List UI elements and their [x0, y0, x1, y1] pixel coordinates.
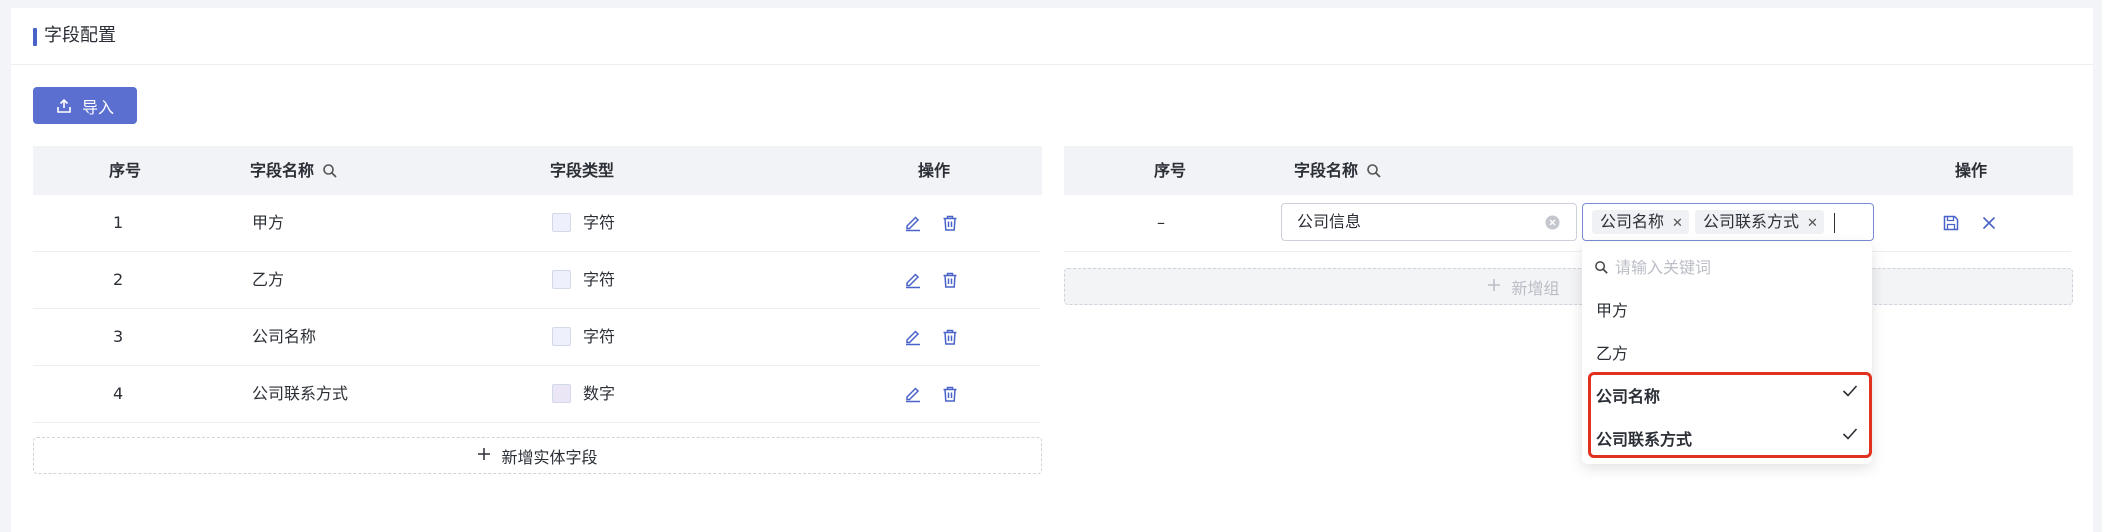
field-options-dropdown: 请输入关键词 甲方 乙方 公司名称 公司联系方式: [1582, 242, 1872, 464]
plus-icon: [1487, 277, 1501, 296]
tag-close-icon[interactable]: ✕: [1672, 216, 1683, 231]
card-header: 字段配置: [11, 8, 2093, 65]
plus-icon: [477, 446, 491, 465]
row-field-name: 甲方: [252, 213, 285, 232]
row-field-type-label: 字符: [583, 327, 616, 346]
type-swatch: [552, 270, 571, 289]
search-icon[interactable]: [314, 161, 338, 180]
delete-icon[interactable]: [941, 328, 959, 346]
selected-tag-label: 公司名称: [1600, 212, 1665, 231]
tag-close-icon[interactable]: ✕: [1807, 216, 1818, 231]
column-header-index: 序号: [109, 161, 142, 180]
column-header-name: 字段名称: [250, 146, 338, 195]
dropdown-option-label: 甲方: [1596, 301, 1629, 320]
row-index: 3: [113, 327, 124, 346]
edit-icon[interactable]: [904, 385, 922, 403]
selected-tag: 公司名称 ✕: [1592, 210, 1689, 234]
column-header-index: 序号: [1154, 161, 1187, 180]
dropdown-option-label: 公司联系方式: [1596, 430, 1693, 449]
add-entity-field-label: 新增实体字段: [501, 447, 598, 467]
column-header-action: 操作: [1955, 161, 1988, 180]
row-field-type: 数字: [552, 366, 615, 422]
row-index: 4: [113, 384, 124, 403]
section-title: 字段配置: [44, 25, 116, 46]
check-icon: [1842, 383, 1858, 402]
table-row: 2 乙方 字符: [33, 252, 1040, 309]
edit-icon[interactable]: [904, 271, 922, 289]
clear-icon[interactable]: [1545, 215, 1560, 234]
search-icon: [1594, 258, 1615, 277]
type-swatch: [552, 384, 571, 403]
title-accent-bar: [33, 28, 37, 46]
type-swatch: [552, 327, 571, 346]
dropdown-option[interactable]: 甲方: [1596, 297, 1858, 321]
selected-tag: 公司联系方式 ✕: [1695, 210, 1824, 234]
row-field-type-label: 字符: [583, 270, 616, 289]
edit-icon[interactable]: [904, 328, 922, 346]
group-name-value: 公司信息: [1297, 212, 1362, 231]
table-row: 1 甲方 字符: [33, 195, 1040, 252]
import-button-label: 导入: [81, 97, 114, 117]
column-header-name-label: 字段名称: [1294, 161, 1359, 180]
table-row: 4 公司联系方式 数字: [33, 366, 1040, 423]
group-name-input[interactable]: 公司信息: [1281, 203, 1577, 241]
row-field-name: 乙方: [252, 270, 285, 289]
check-icon: [1842, 426, 1858, 445]
dropdown-search-placeholder: 请输入关键词: [1615, 258, 1712, 277]
row-field-name: 公司名称: [252, 327, 317, 346]
search-icon[interactable]: [1358, 161, 1382, 180]
text-cursor: [1834, 213, 1835, 233]
delete-icon[interactable]: [941, 271, 959, 289]
dropdown-option-selected[interactable]: 公司名称: [1596, 383, 1858, 407]
page: 字段配置 导入 序号 字段名称 字段类型 操作 1 甲方 字符 2 乙方 字符 …: [0, 0, 2102, 532]
row-index: –: [1157, 213, 1165, 232]
row-field-type: 字符: [552, 195, 615, 251]
column-header-name-label: 字段名称: [250, 161, 315, 180]
close-icon[interactable]: [1980, 214, 1998, 232]
dropdown-option-selected[interactable]: 公司联系方式: [1596, 426, 1858, 450]
add-group-label: 新增组: [1511, 278, 1560, 298]
row-field-name: 公司联系方式: [252, 384, 349, 403]
row-field-type: 字符: [552, 252, 615, 308]
type-swatch: [552, 213, 571, 232]
upload-icon: [56, 98, 72, 114]
dropdown-option-label: 公司名称: [1596, 387, 1661, 406]
row-field-type: 字符: [552, 309, 615, 365]
column-header-action: 操作: [918, 161, 951, 180]
row-index: 2: [113, 270, 124, 289]
table-row: 3 公司名称 字符: [33, 309, 1040, 366]
field-multi-select[interactable]: 公司名称 ✕ 公司联系方式 ✕: [1582, 203, 1874, 241]
column-header-type: 字段类型: [550, 161, 615, 180]
delete-icon[interactable]: [941, 214, 959, 232]
table-header: 序号 字段名称 操作: [1064, 146, 2073, 195]
edit-icon[interactable]: [904, 214, 922, 232]
save-icon[interactable]: [1942, 214, 1960, 232]
selected-tag-label: 公司联系方式: [1703, 212, 1800, 231]
row-field-type-label: 字符: [583, 213, 616, 232]
add-group-button[interactable]: 新增组: [1064, 268, 2073, 305]
dropdown-search[interactable]: 请输入关键词: [1594, 254, 1711, 278]
import-button[interactable]: 导入: [33, 87, 137, 124]
dropdown-option-label: 乙方: [1596, 344, 1629, 363]
row-field-type-label: 数字: [583, 384, 616, 403]
delete-icon[interactable]: [941, 385, 959, 403]
column-header-name: 字段名称: [1294, 146, 1382, 195]
row-index: 1: [113, 213, 124, 232]
table-header: 序号 字段名称 字段类型 操作: [33, 146, 1042, 195]
add-entity-field-button[interactable]: 新增实体字段: [33, 437, 1042, 474]
dropdown-option[interactable]: 乙方: [1596, 340, 1858, 364]
